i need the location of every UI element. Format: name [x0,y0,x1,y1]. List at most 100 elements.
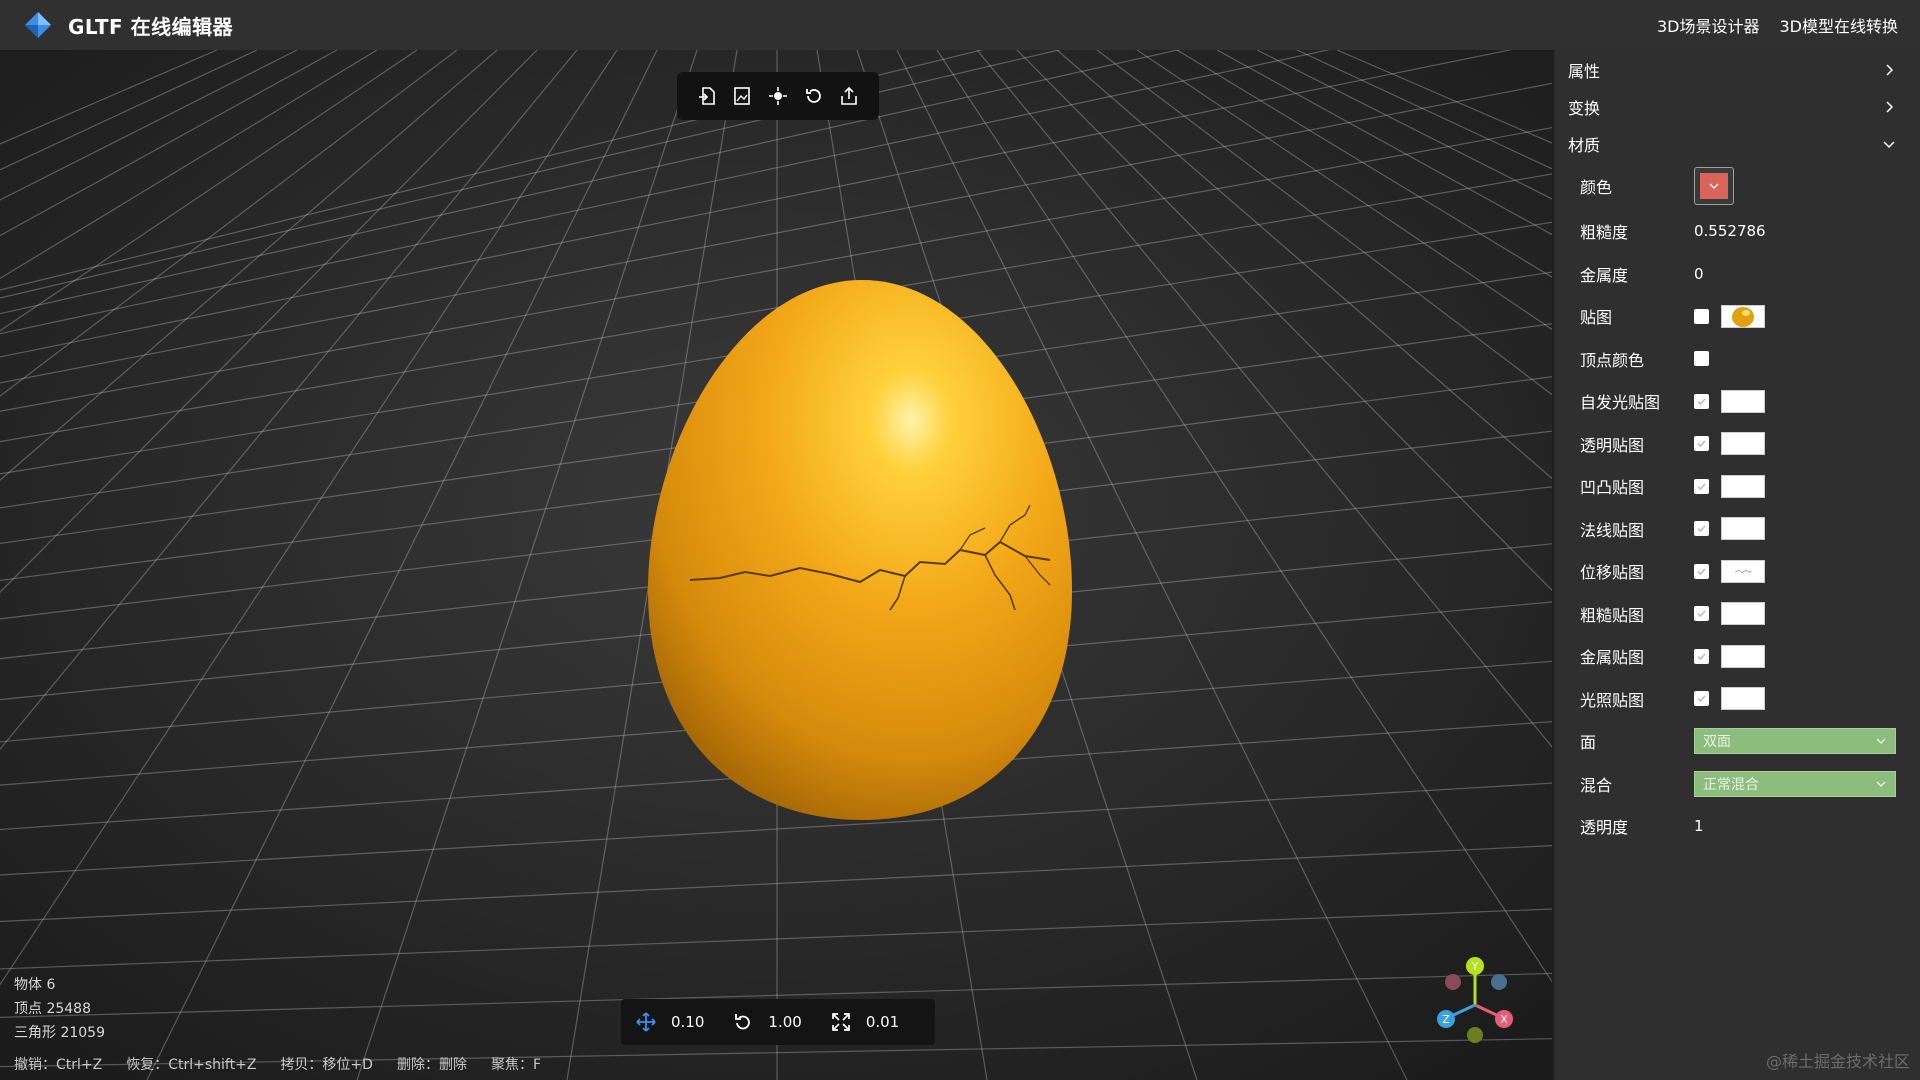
color-label: 颜色 [1580,178,1613,197]
light-map-checkbox[interactable] [1694,691,1709,707]
blending-select-value: 正常混合 [1703,776,1759,793]
section-properties[interactable]: 属性 [1556,51,1920,88]
blending-row: 混合 正常混合 [1556,763,1920,806]
viewport-toolbar [677,72,879,120]
side-label: 面 [1580,733,1597,753]
delete-hint: 删除：删除 [396,1057,467,1073]
alpha-map-checkbox[interactable] [1694,436,1709,452]
roughness-map-label: 粗糙贴图 [1580,605,1645,625]
focus-icon[interactable] [765,83,791,109]
section-properties-label: 属性 [1568,61,1601,81]
scale-icon[interactable] [830,1011,852,1033]
reset-icon[interactable] [801,83,827,109]
roughness-value[interactable]: 0.552786 [1694,222,1766,240]
light-map-row: 光照贴图 [1556,678,1920,721]
model-converter-link[interactable]: 3D模型在线转换 [1779,13,1898,37]
blending-label: 混合 [1580,775,1613,795]
vertex-colors-checkbox[interactable] [1694,351,1709,367]
app-title: GLTF 在线编辑器 [68,14,234,39]
map-checkbox[interactable] [1694,308,1709,324]
metalness-value[interactable]: 0 [1694,265,1704,283]
section-transform[interactable]: 变换 [1556,88,1920,125]
z-axis-label: Z [1442,1013,1450,1026]
transform-snap-bar: 0.10 1.00 0.01 [621,999,935,1045]
vertex-count: 顶点 25488 [14,1001,91,1017]
emissive-map-label: 自发光贴图 [1580,393,1661,413]
neg-z-handle[interactable] [1491,974,1507,990]
blending-select[interactable]: 正常混合 [1694,770,1896,797]
bump-map-label: 凹凸贴图 [1580,478,1645,498]
rotate-snap[interactable]: 1.00 [732,1011,802,1033]
color-picker[interactable] [1694,167,1734,205]
metal-map-label: 金属贴图 [1580,648,1645,668]
shortcut-hints: 撤销：Ctrl+Z 恢复：Ctrl+shift+Z 拷贝：移位+D 删除：删除 … [14,1054,541,1074]
side-select-value: 双面 [1703,734,1731,751]
map-texture-thumbnail[interactable] [1721,304,1765,328]
opacity-value[interactable]: 1 [1694,817,1704,835]
light-map-thumbnail[interactable] [1721,687,1765,711]
color-swatch-fill [1700,173,1728,199]
opacity-row: 透明度 1 [1556,805,1920,848]
export-icon[interactable] [836,83,862,109]
bump-map-checkbox[interactable] [1694,478,1709,494]
scene-canvas[interactable] [0,50,1554,1080]
map-row: 贴图 [1556,295,1920,338]
check-icon [1697,525,1706,533]
scale-snap[interactable]: 0.01 [830,1011,899,1033]
vertex-colors-row: 顶点颜色 [1556,338,1920,381]
check-icon [1697,440,1706,448]
bump-map-thumbnail[interactable] [1721,474,1765,498]
properties-panel: 属性 变换 材质 颜色 粗糙度 0.552786 金属度 0 贴图 顶点颜色 自… [1556,50,1920,1080]
bump-map-row: 凹凸贴图 [1556,465,1920,508]
image-export-icon[interactable] [729,83,755,109]
check-icon [1697,483,1706,490]
roughness-map-row: 粗糙贴图 [1556,593,1920,636]
neg-y-handle[interactable] [1467,1027,1483,1043]
normal-map-thumbnail[interactable] [1721,517,1765,541]
displacement-map-row: 位移贴图 [1556,550,1920,593]
scene-designer-link[interactable]: 3D场景设计器 [1657,13,1760,37]
import-icon[interactable] [694,83,720,109]
rotate-icon[interactable] [732,1011,754,1033]
app-logo [22,9,54,41]
object-count: 物体 6 [14,977,56,993]
normal-map-checkbox[interactable] [1694,521,1709,537]
y-axis-label: Y [1471,960,1479,973]
move-icon[interactable] [635,1011,657,1033]
neg-x-handle[interactable] [1445,974,1461,990]
axis-gizmo[interactable]: Y X Z [1425,950,1525,1050]
section-material[interactable]: 材质 [1556,125,1920,162]
emissive-map-checkbox[interactable] [1694,393,1709,409]
check-icon [1697,610,1706,618]
rotate-snap-value: 1.00 [768,1013,802,1031]
roughness-label: 粗糙度 [1580,223,1629,243]
opacity-label: 透明度 [1580,818,1629,838]
scale-snap-value: 0.01 [865,1013,900,1031]
alpha-map-thumbnail[interactable] [1721,432,1765,456]
metal-map-thumbnail[interactable] [1721,644,1765,668]
section-transform-label: 变换 [1568,98,1601,118]
roughness-row: 粗糙度 0.552786 [1556,210,1920,253]
metal-map-checkbox[interactable] [1694,648,1709,664]
map-label: 贴图 [1580,308,1613,328]
side-select[interactable]: 双面 [1694,728,1896,755]
roughness-map-checkbox[interactable] [1694,606,1709,622]
x-axis-label: X [1500,1013,1508,1026]
displacement-map-checkbox[interactable] [1694,563,1709,579]
metalness-row: 金属度 0 [1556,253,1920,296]
chevron-right-icon [1886,100,1894,113]
color-row: 颜色 [1556,162,1920,210]
alpha-map-row: 透明贴图 [1556,423,1920,466]
emissive-map-row: 自发光贴图 [1556,380,1920,423]
diamond-logo-icon [25,12,51,38]
roughness-map-thumbnail[interactable] [1721,602,1765,626]
emissive-map-thumbnail[interactable] [1721,389,1765,413]
metalness-label: 金属度 [1580,265,1629,285]
noise-texture-icon [1735,569,1752,574]
triangle-count: 三角形 21059 [14,1025,105,1041]
chevron-down-icon [1883,140,1895,148]
undo-hint: 撤销：Ctrl+Z [14,1057,103,1073]
translate-snap[interactable]: 0.10 [635,1011,704,1033]
displacement-map-thumbnail[interactable] [1721,559,1765,583]
3d-viewport[interactable]: 物体 6 顶点 25488 三角形 21059 撤销：Ctrl+Z 恢复：Ctr… [0,50,1554,1080]
